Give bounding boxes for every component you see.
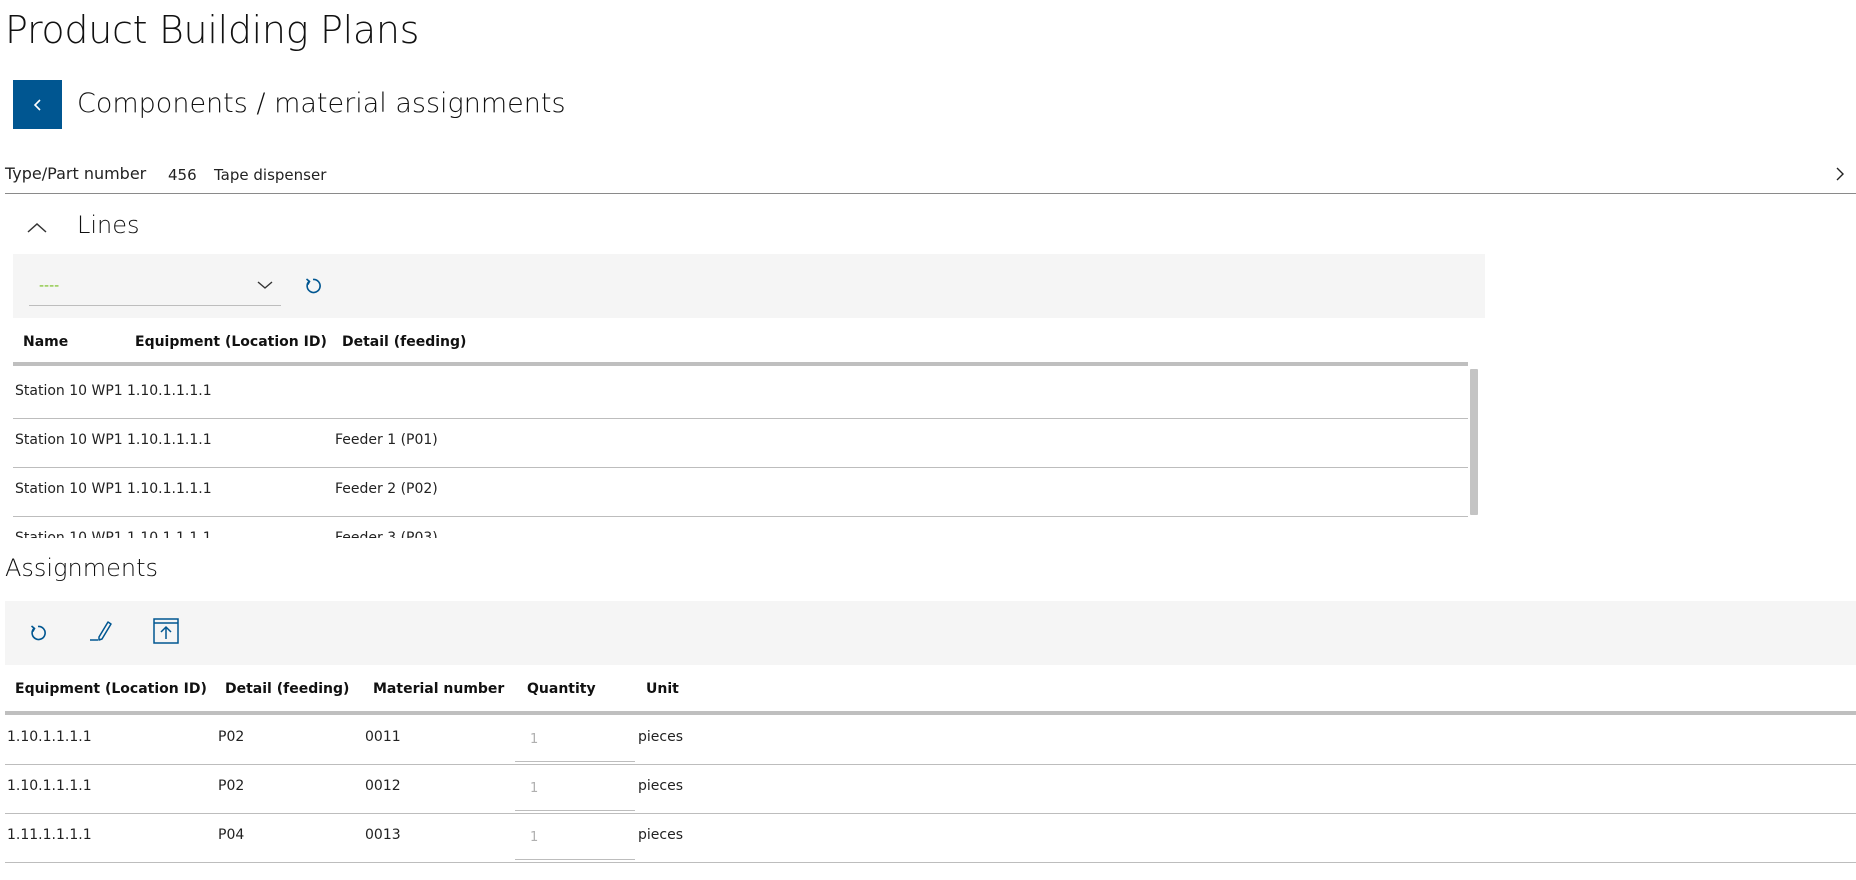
cell-material: 0013 [365,827,401,843]
cell-name: Station 10 WP1 [15,481,123,497]
part-label: Type/Part number [5,164,147,183]
upload-button[interactable] [151,616,181,646]
chevron-up-icon [27,222,47,233]
lines-collapse-button[interactable] [22,213,52,243]
cell-material: 0012 [365,778,401,794]
cell-unit: pieces [638,729,683,745]
column-header-quantity: Quantity [527,681,596,697]
column-header-equipment: Equipment (Location ID) [135,334,327,350]
table-row[interactable]: 1.11.1.1.1.1 P04 0013 pieces [5,814,1856,863]
table-row[interactable]: Station 10 WP1 1.10.1.1.1.1 Feeder 2 (P0… [13,468,1468,517]
lines-section-title: Lines [77,211,140,239]
lines-scrollbar[interactable] [1470,369,1478,515]
cell-name: Station 10 WP1 [15,530,123,538]
column-header-detail: Detail (feeding) [342,334,467,350]
cell-detail: Feeder 3 (P03) [335,530,438,538]
cell-equipment: 1.10.1.1.1.1 [7,729,92,745]
part-name: Tape dispenser [214,166,327,184]
table-row[interactable]: 1.10.1.1.1.1 P02 0011 pieces [5,716,1856,765]
cell-unit: pieces [638,827,683,843]
table-row[interactable]: Station 10 WP1 1.10.1.1.1.1 Feeder 1 (P0… [13,419,1468,468]
quantity-input[interactable] [515,816,635,860]
column-header-name: Name [23,334,69,350]
cell-detail: Feeder 1 (P01) [335,432,438,448]
cell-equipment: 1.10.1.1.1.1 [7,778,92,794]
app-page: Product Building Plans Components / mate… [0,0,1856,880]
cell-equipment: 1.10.1.1.1.1 [127,432,212,448]
lines-refresh-button[interactable] [299,272,327,300]
quantity-input[interactable] [515,718,635,762]
edit-button[interactable] [87,616,115,644]
refresh-icon [305,278,321,294]
quantity-input[interactable] [515,767,635,811]
cell-equipment: 1.10.1.1.1.1 [127,530,212,538]
lines-table-body: Station 10 WP1 1.10.1.1.1.1 Station 10 W… [13,370,1481,538]
cell-detail: P04 [218,827,245,843]
cell-name: Station 10 WP1 [15,383,123,399]
back-button[interactable] [13,80,62,129]
line-select-value: ---- [39,278,60,294]
cell-equipment: 1.10.1.1.1.1 [127,383,212,399]
page-subtitle: Components / material assignments [77,88,566,119]
pencil-icon [90,621,112,641]
column-header-detail: Detail (feeding) [225,681,350,697]
cell-material: 0011 [365,729,401,745]
assignments-table-header: Equipment (Location ID) Detail (feeding)… [5,673,1856,715]
lines-toolbar: ---- [13,254,1485,318]
chevron-left-icon [33,98,41,111]
part-number: 456 [168,166,197,184]
next-part-button[interactable] [1828,162,1852,186]
cell-detail: Feeder 2 (P02) [335,481,438,497]
cell-equipment: 1.10.1.1.1.1 [127,481,212,497]
page-title: Product Building Plans [5,8,420,52]
column-header-equipment: Equipment (Location ID) [15,681,207,697]
cell-name: Station 10 WP1 [15,432,123,448]
chevron-down-icon [257,281,273,289]
table-row[interactable]: 1.10.1.1.1.1 P02 0012 pieces [5,765,1856,814]
assignments-section-title: Assignments [5,554,158,582]
table-row[interactable]: Station 10 WP1 1.10.1.1.1.1 Feeder 3 (P0… [13,517,1468,538]
assignments-refresh-button[interactable] [24,619,52,647]
assignments-toolbar [5,601,1856,665]
chevron-right-icon [1836,167,1844,181]
cell-detail: P02 [218,778,245,794]
column-header-material: Material number [373,681,505,697]
refresh-icon [30,625,46,641]
line-select[interactable]: ---- [29,268,281,306]
table-row[interactable]: Station 10 WP1 1.10.1.1.1.1 [13,370,1468,419]
cell-detail: P02 [218,729,245,745]
part-info-bar: Type/Part number 456 Tape dispenser [5,162,1856,194]
cell-equipment: 1.11.1.1.1.1 [7,827,92,843]
cell-unit: pieces [638,778,683,794]
lines-table-header: Name Equipment (Location ID) Detail (fee… [13,330,1468,366]
column-header-unit: Unit [646,681,679,697]
upload-box-icon [153,618,179,644]
